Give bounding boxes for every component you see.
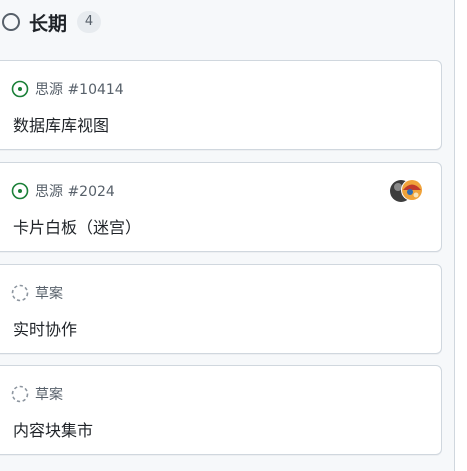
draft-icon [11, 385, 29, 403]
open-issue-icon [11, 182, 29, 200]
circle-outline-icon [2, 13, 20, 31]
board-column-long-term: 长期 4 思源 #10414 数据库库视图 思源 #2024 卡片白板（迷宫） [0, 0, 455, 471]
item-count-badge: 4 [77, 11, 102, 33]
board-card[interactable]: 思源 #10414 数据库库视图 [0, 60, 442, 150]
card-repo-reference[interactable]: 思源 #2024 [35, 181, 115, 201]
scrollbar[interactable] [458, 0, 467, 471]
card-meta: 草案 [11, 283, 63, 303]
card-title[interactable]: 数据库库视图 [13, 112, 109, 136]
card-meta: 思源 #10414 [11, 79, 124, 99]
card-title[interactable]: 卡片白板（迷宫） [13, 214, 141, 238]
card-meta: 草案 [11, 384, 63, 404]
card-title[interactable]: 内容块集市 [13, 417, 93, 441]
card-repo-reference[interactable]: 思源 #10414 [35, 79, 124, 99]
board-card[interactable]: 草案 实时协作 [0, 264, 442, 354]
card-status-text: 草案 [35, 286, 63, 302]
board-card[interactable]: 思源 #2024 卡片白板（迷宫） [0, 162, 442, 252]
column-title: 长期 [29, 12, 68, 35]
card-title[interactable]: 实时协作 [13, 316, 77, 340]
assignee-avatars[interactable] [389, 177, 425, 205]
card-meta: 思源 #2024 [11, 181, 115, 201]
card-status-text: 草案 [35, 387, 63, 403]
draft-icon [11, 284, 29, 302]
column-header: 长期 4 [2, 8, 102, 36]
open-issue-icon [11, 80, 29, 98]
board-card[interactable]: 草案 内容块集市 [0, 365, 442, 455]
